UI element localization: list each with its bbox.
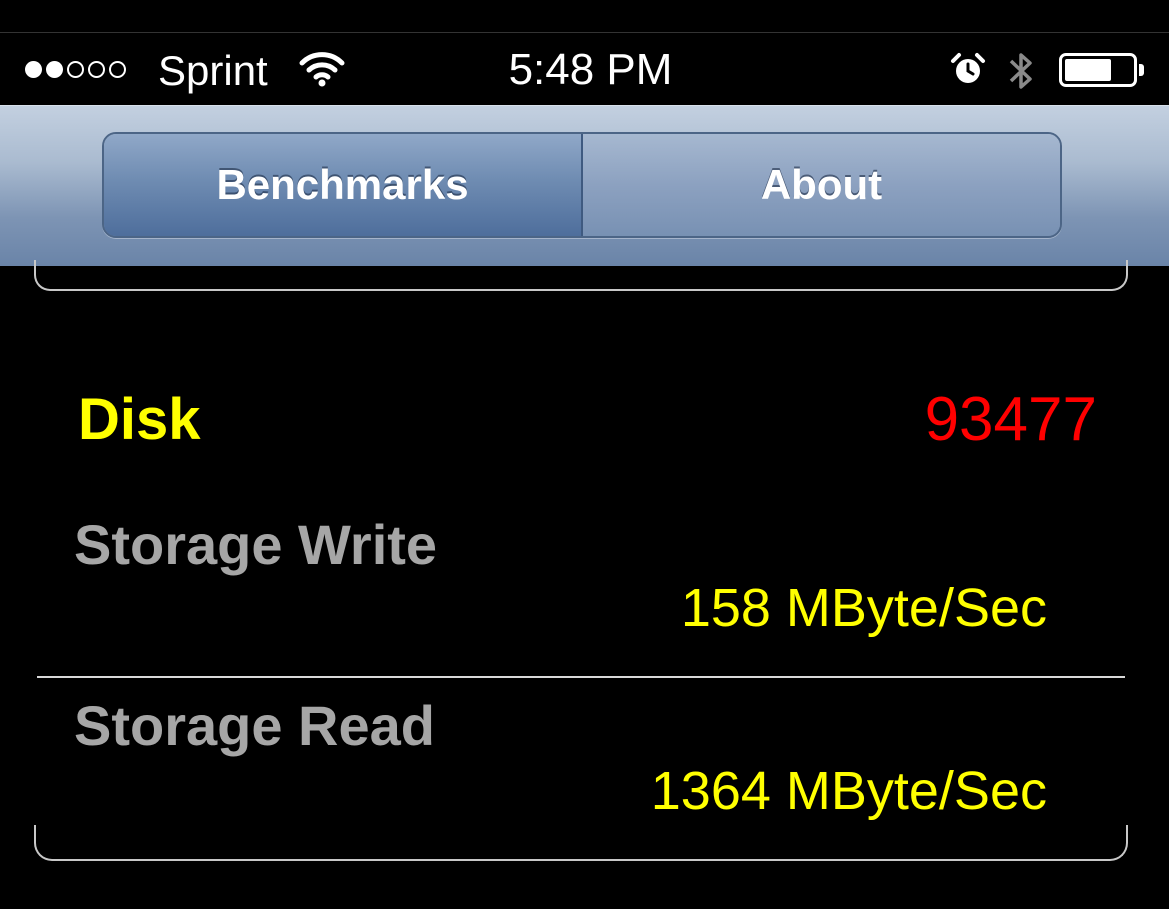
battery-icon: [1059, 53, 1137, 87]
storage-read-label: Storage Read: [74, 694, 435, 757]
row-divider: [37, 676, 1125, 678]
battery-tip: [1139, 64, 1144, 76]
storage-write-label: Storage Write: [74, 513, 438, 576]
segmented-control: Benchmarks About: [102, 132, 1062, 238]
previous-card-bottom: [34, 260, 1128, 291]
status-time: 5:48 PM: [0, 45, 1169, 95]
tab-about[interactable]: About: [583, 134, 1060, 236]
status-bar: Sprint 5:48 PM: [0, 33, 1169, 105]
disk-section-title: Disk: [78, 387, 201, 452]
battery-level: [1065, 59, 1111, 81]
disk-score: 93477: [924, 385, 1097, 454]
status-time-text: 5:48 PM: [508, 45, 673, 94]
tab-benchmarks[interactable]: Benchmarks: [104, 134, 583, 236]
bluetooth-icon: [1006, 49, 1036, 98]
screen-top-strip: [0, 0, 1169, 32]
storage-read-value: 1364 MByte/Sec: [650, 761, 1047, 821]
alarm-icon: [950, 52, 986, 93]
navigation-bar: Benchmarks About: [0, 105, 1169, 266]
storage-write-value: 158 MByte/Sec: [680, 578, 1047, 638]
